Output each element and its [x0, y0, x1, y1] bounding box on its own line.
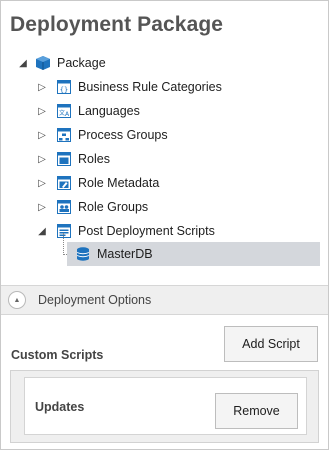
remove-script-button[interactable]: Remove — [215, 393, 298, 429]
script-card: Updates Remove — [24, 377, 307, 435]
roles-icon — [56, 151, 72, 167]
custom-scripts-label: Custom Scripts — [11, 348, 104, 362]
expand-arrow-icon[interactable]: ▷ — [37, 202, 47, 214]
package-icon — [35, 55, 51, 71]
expand-up-icon[interactable]: ▲ — [8, 291, 26, 309]
tree-node-label: Business Rule Categories — [78, 80, 222, 94]
role-groups-icon — [56, 199, 72, 215]
collapse-arrow-icon[interactable]: ◢ — [18, 58, 28, 70]
panel-title: Deployment Package — [10, 13, 224, 36]
tree-node-role-metadata[interactable]: Role Metadata — [56, 171, 159, 195]
expand-arrow-icon[interactable]: ▷ — [37, 178, 47, 190]
tree-node-roles[interactable]: Roles — [56, 147, 110, 171]
languages-icon: 文 A — [56, 103, 72, 119]
business-rule-categories-icon: {} — [56, 79, 72, 95]
tree-node-process-groups[interactable]: Process Groups — [56, 123, 168, 147]
tree-node-package[interactable]: Package — [35, 51, 106, 75]
tree-node-label: Role Groups — [78, 200, 149, 214]
tree-node-masterdb[interactable]: MasterDB — [75, 242, 153, 266]
role-metadata-icon — [56, 175, 72, 191]
tree-node-label: Roles — [78, 152, 110, 166]
deployment-package-panel: Deployment Package ◢ Package ▷ {} Busine… — [0, 0, 329, 450]
collapse-arrow-icon[interactable]: ◢ — [37, 226, 47, 238]
deployment-options-label: Deployment Options — [38, 293, 152, 307]
tree-node-label: Package — [57, 56, 106, 70]
tree-node-role-groups[interactable]: Role Groups — [56, 195, 148, 219]
database-icon — [75, 246, 91, 262]
script-name: Updates — [35, 400, 85, 414]
tree-node-label: Languages — [78, 104, 140, 118]
svg-text:{}: {} — [60, 86, 68, 94]
expand-arrow-icon[interactable]: ▷ — [37, 130, 47, 142]
expand-arrow-icon[interactable]: ▷ — [37, 154, 47, 166]
tree-node-label: Post Deployment Scripts — [78, 224, 215, 238]
process-groups-icon — [56, 127, 72, 143]
tree-node-label: MasterDB — [97, 247, 153, 261]
tree-node-business-rule-categories[interactable]: {} Business Rule Categories — [56, 75, 222, 99]
custom-scripts-list: Updates Remove — [10, 370, 319, 443]
tree-node-languages[interactable]: 文 A Languages — [56, 99, 140, 123]
add-script-button[interactable]: Add Script — [224, 326, 318, 362]
deployment-options-bar[interactable]: ▲ Deployment Options — [1, 285, 328, 315]
expand-arrow-icon[interactable]: ▷ — [37, 82, 47, 94]
expand-arrow-icon[interactable]: ▷ — [37, 106, 47, 118]
tree-node-label: Role Metadata — [78, 176, 160, 190]
tree-node-label: Process Groups — [78, 128, 168, 142]
tree-node-post-deployment-scripts[interactable]: Post Deployment Scripts — [56, 219, 215, 243]
